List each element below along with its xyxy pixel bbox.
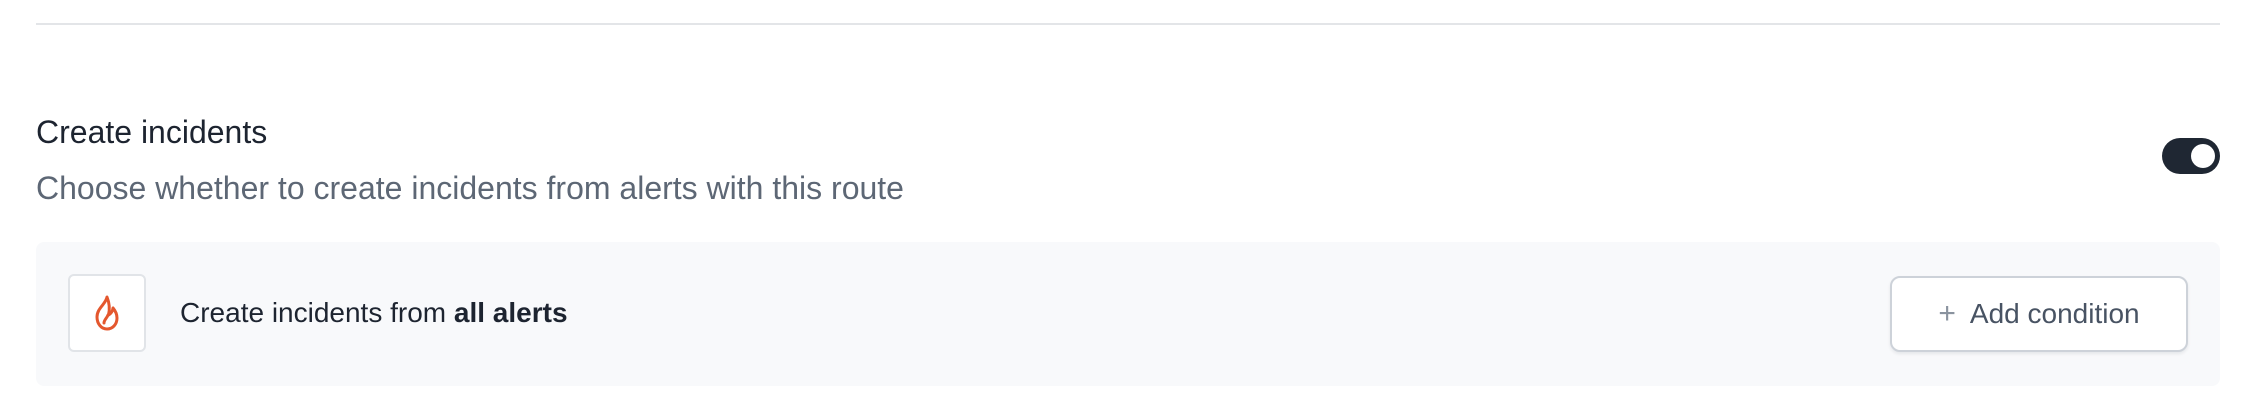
condition-summary: Create incidents from all alerts	[180, 294, 568, 332]
add-condition-button[interactable]: + Add condition	[1890, 276, 2188, 352]
section-title: Create incidents	[36, 114, 268, 150]
condition-emphasis: all alerts	[453, 297, 568, 328]
section-description: Choose whether to create incidents from …	[36, 170, 904, 206]
toggle-knob	[2191, 144, 2215, 168]
plus-icon: +	[1938, 297, 1956, 330]
add-condition-label: Add condition	[1969, 298, 2140, 329]
create-incidents-section-header: Create incidents Choose whether to creat…	[36, 104, 2220, 206]
condition-prefix: Create incidents from	[180, 297, 454, 328]
condition-panel: Create incidents from all alerts + Add c…	[36, 242, 2220, 386]
create-incidents-toggle[interactable]	[2162, 138, 2220, 174]
section-divider	[36, 23, 2220, 25]
page: Create incidents Choose whether to creat…	[0, 0, 2244, 418]
fire-icon	[68, 274, 146, 352]
